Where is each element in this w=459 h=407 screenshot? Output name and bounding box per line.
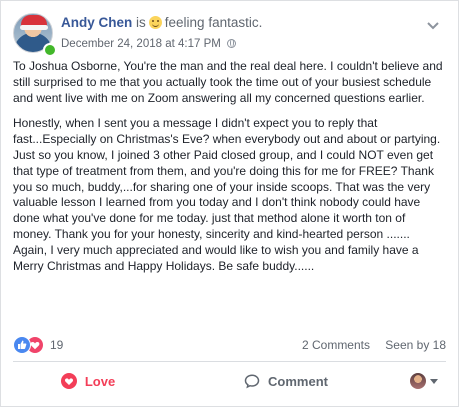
- post-paragraph: To Joshua Osborne, You're the man and th…: [13, 59, 443, 105]
- caret-down-icon: [430, 379, 438, 384]
- like-icon: [13, 336, 31, 354]
- react-as-selector[interactable]: [406, 369, 446, 393]
- grinning-face-icon: [148, 16, 162, 29]
- user-avatar: [410, 373, 426, 389]
- globe-icon[interactable]: [227, 39, 237, 48]
- author-name-link[interactable]: Andy Chen: [61, 15, 132, 30]
- reaction-summary: 19 2 Comments Seen by 18: [13, 334, 446, 356]
- santa-hat: [20, 15, 48, 30]
- comment-icon: [244, 373, 260, 389]
- comments-count-link[interactable]: 2 Comments: [302, 338, 370, 352]
- divider: [13, 361, 446, 362]
- post-meta: December 24, 2018 at 4:17 PM: [61, 38, 237, 50]
- is-word: is: [136, 15, 146, 30]
- action-bar: Love Comment: [13, 365, 446, 397]
- seen-by-count[interactable]: Seen by 18: [385, 338, 446, 352]
- post-card: Andy Chen is feeling fantastic. December …: [0, 0, 459, 407]
- post-body: To Joshua Osborne, You're the man and th…: [13, 59, 445, 284]
- chevron-down-icon[interactable]: [426, 21, 440, 31]
- reaction-count[interactable]: 19: [50, 338, 63, 352]
- author-line: Andy Chen is feeling fantastic.: [61, 15, 262, 30]
- post-timestamp[interactable]: December 24, 2018 at 4:17 PM: [61, 38, 221, 50]
- reaction-icons[interactable]: [13, 336, 45, 354]
- comment-button[interactable]: Comment: [226, 367, 346, 395]
- feeling-text: feeling fantastic.: [164, 15, 263, 30]
- post-header: Andy Chen is feeling fantastic. December …: [13, 11, 446, 57]
- comment-label: Comment: [268, 373, 328, 389]
- love-label: Love: [84, 373, 116, 389]
- love-reaction-icon: [60, 373, 77, 389]
- love-button[interactable]: Love: [13, 367, 163, 395]
- post-paragraph: Honestly, when I sent you a message I di…: [13, 116, 441, 273]
- online-status-dot: [43, 43, 57, 57]
